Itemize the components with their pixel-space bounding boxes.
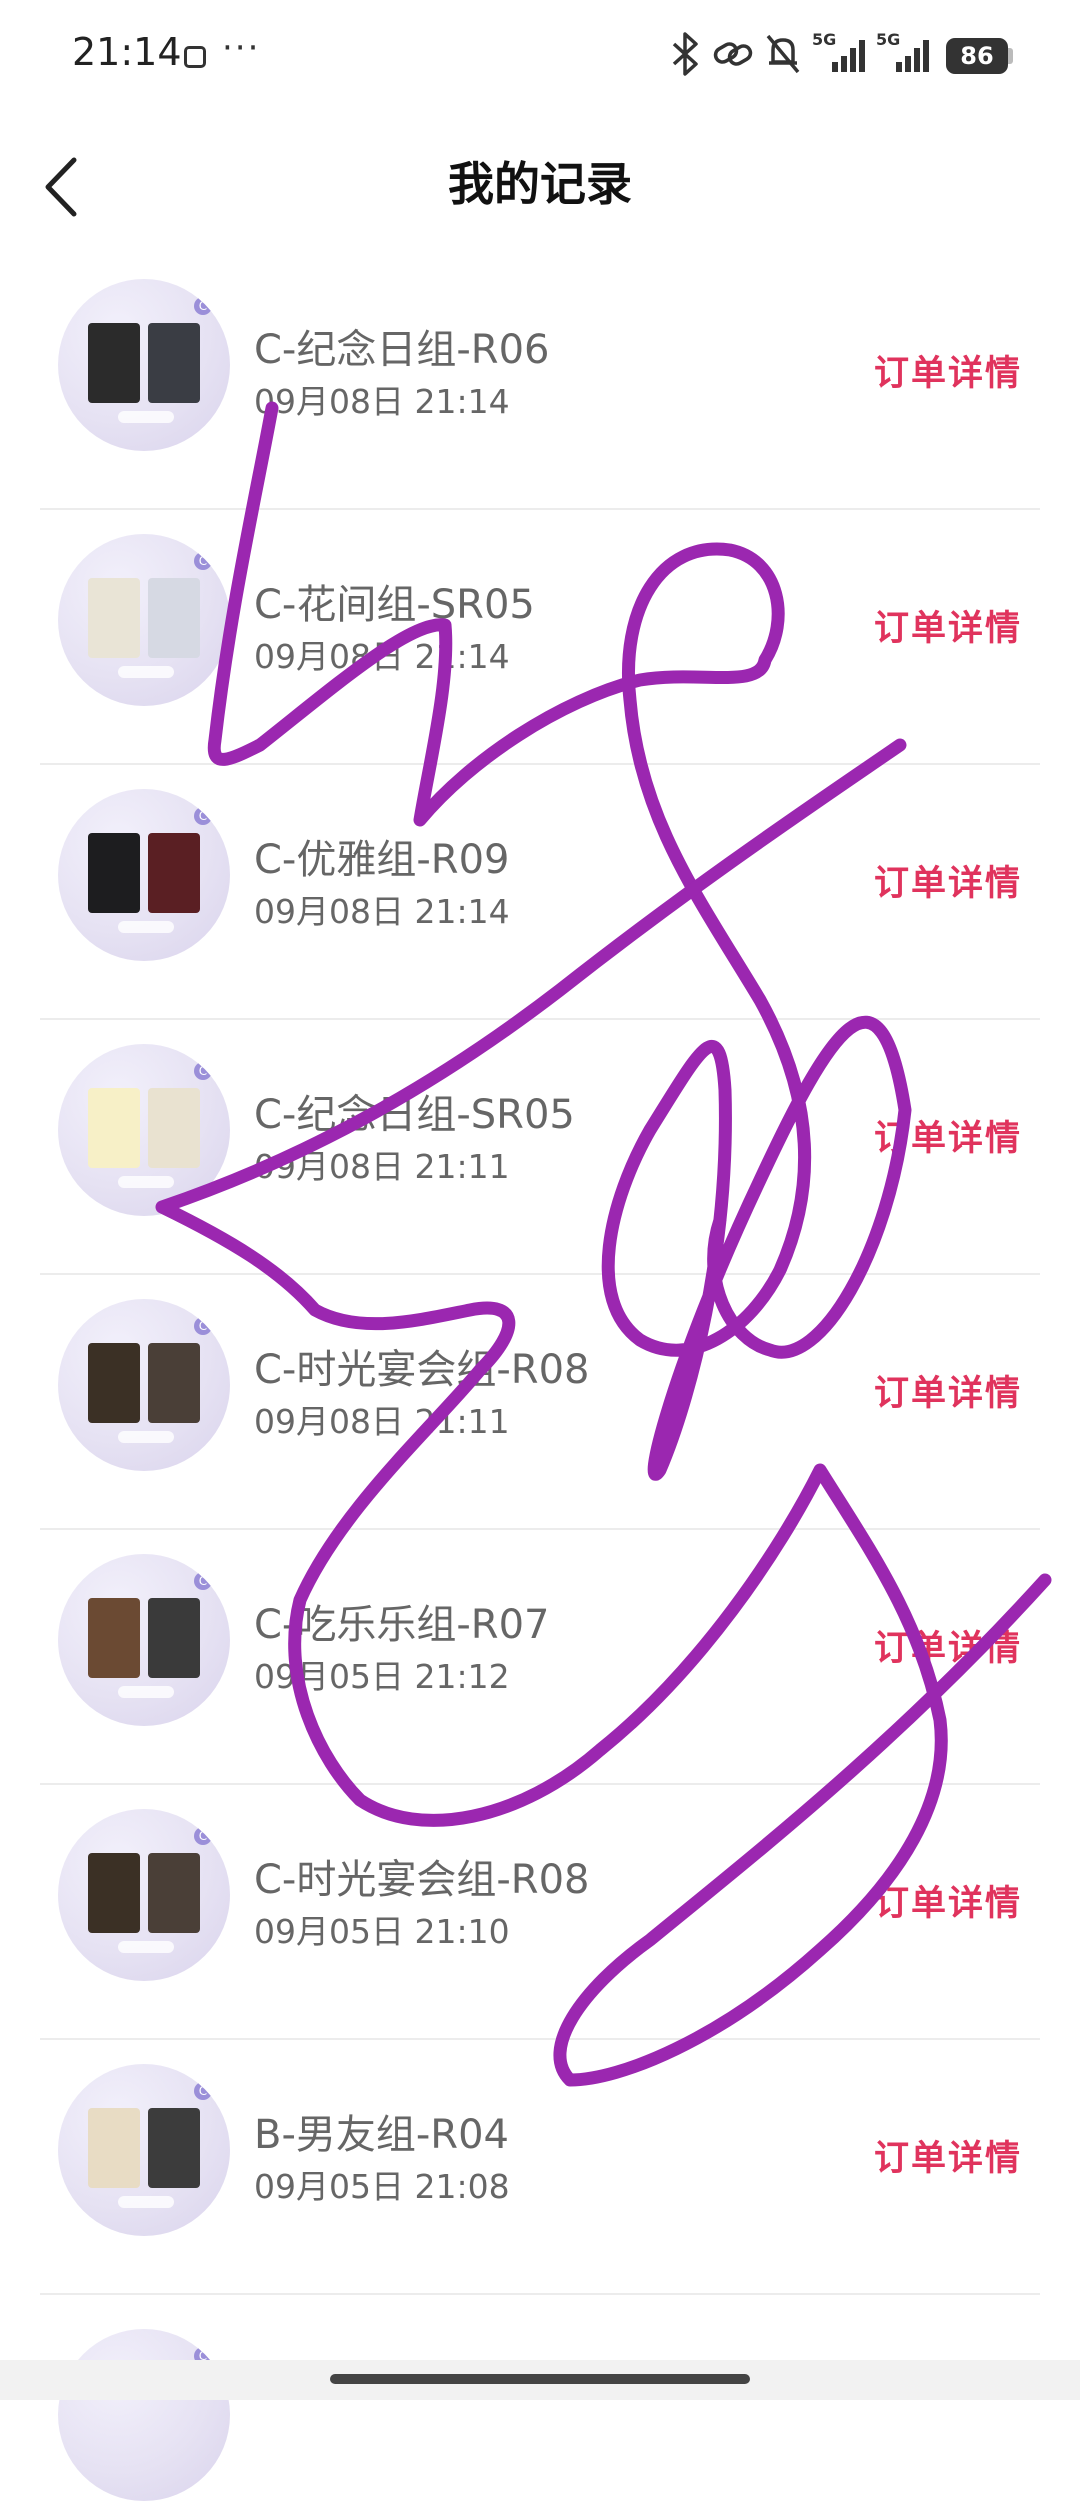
record-name: B-男友组-R04 [254,2112,509,2158]
record-row: C C-时光宴会组-R08 09月05日 21:10 订单详情 [0,1785,1080,2040]
record-date: 09月05日 21:10 [254,1912,510,1951]
thumbnail-tag [118,1941,174,1953]
record-name: C-优雅组-R09 [254,837,510,883]
status-bar: 21:14 ··· 5G 5G 86 [0,0,1080,110]
rank-badge-icon: C [194,552,212,570]
card-image [148,1598,200,1678]
record-thumbnail[interactable]: C [58,1554,230,1726]
card-image [88,1598,140,1678]
card-image [148,578,200,658]
mute-bell-icon [766,34,800,74]
signal-icon [832,40,865,72]
bluetooth-icon [672,32,698,76]
order-detail-link[interactable]: 订单详情 [874,1365,1022,1416]
record-row: C C-吃乐乐组-R07 09月05日 21:12 订单详情 [0,1530,1080,1785]
record-thumbnail[interactable]: C [58,1299,230,1471]
order-detail-link[interactable]: 订单详情 [874,1875,1022,1926]
record-thumbnail[interactable]: C [58,1044,230,1216]
thumbnail-tag [118,921,174,933]
home-indicator-area [0,2360,1080,2400]
record-thumbnail[interactable]: C [58,2329,230,2501]
card-image [148,2108,200,2188]
card-image [88,1853,140,1933]
record-name: C-花间组-SR05 [254,582,535,628]
record-name: C-时光宴会组-R08 [254,1347,590,1393]
order-detail-link[interactable]: 订单详情 [874,1110,1022,1161]
record-row: C B-男友组-R04 09月05日 21:08 订单详情 [0,2040,1080,2295]
card-image [148,323,200,403]
record-date: 09月05日 21:12 [254,1657,510,1696]
order-detail-link[interactable]: 订单详情 [874,600,1022,651]
rank-badge-icon: C [194,1062,212,1080]
rank-badge-icon: C [194,1827,212,1845]
record-date: 09月08日 21:14 [254,382,510,421]
rank-badge-icon: C [194,2082,212,2100]
card-image [88,1343,140,1423]
rank-badge-icon: C [194,297,212,315]
record-date: 09月05日 21:08 [254,2167,510,2206]
order-detail-link[interactable]: 订单详情 [874,345,1022,396]
rank-badge-icon: C [194,1317,212,1335]
record-thumbnail[interactable]: C [58,534,230,706]
card-image [88,1088,140,1168]
battery-icon: 86 [946,38,1008,74]
status-time: 21:14 [72,30,182,74]
rank-badge-icon: C [194,1572,212,1590]
order-detail-link[interactable]: 订单详情 [874,1620,1022,1671]
card-image [88,323,140,403]
card-image [88,578,140,658]
record-date: 09月08日 21:11 [254,1402,510,1441]
record-name: C-纪念日组-R06 [254,327,550,373]
page-header: 我的记录 [0,110,1080,250]
record-thumbnail[interactable]: C [58,2064,230,2236]
order-detail-link[interactable]: 订单详情 [874,2130,1022,2181]
thumbnail-tag [118,411,174,423]
record-list: C C-纪念日组-R06 09月08日 21:14 订单详情 C C-花间组-S… [0,255,1080,2501]
home-indicator[interactable] [330,2374,750,2384]
record-thumbnail[interactable]: C [58,789,230,961]
thumbnail-tag [118,2196,174,2208]
record-name: C-纪念日组-SR05 [254,1092,575,1138]
record-row: C C-花间组-SR05 09月08日 21:14 订单详情 [0,510,1080,765]
card-image [88,2108,140,2188]
record-row: C C-纪念日组-R06 09月08日 21:14 订单详情 [0,255,1080,510]
record-row: C C-纪念日组-SR05 09月08日 21:11 订单详情 [0,1020,1080,1275]
record-date: 09月08日 21:14 [254,637,510,676]
card-image [148,1853,200,1933]
notification-icon [184,46,206,68]
order-detail-link[interactable]: 订单详情 [874,855,1022,906]
record-date: 09月08日 21:11 [254,1147,510,1186]
card-image [148,1343,200,1423]
rank-badge-icon: C [194,807,212,825]
card-image [148,833,200,913]
page-title: 我的记录 [448,157,632,211]
record-thumbnail[interactable]: C [58,279,230,451]
record-thumbnail[interactable]: C [58,1809,230,1981]
signal-icon-2 [896,40,929,72]
record-date: 09月08日 21:14 [254,892,510,931]
battery-tip [1008,48,1013,64]
thumbnail-tag [118,1686,174,1698]
record-row: C C-优雅组-R09 09月08日 21:14 订单详情 [0,765,1080,1020]
link-icon [713,42,753,66]
card-image [148,1088,200,1168]
thumbnail-tag [118,1176,174,1188]
more-notifications-icon: ··· [222,28,261,68]
thumbnail-tag [118,1431,174,1443]
thumbnail-tag [118,666,174,678]
record-name: C-吃乐乐组-R07 [254,1602,550,1648]
record-name: C-时光宴会组-R08 [254,1857,590,1903]
record-row: C C-时光宴会组-R08 09月08日 21:11 订单详情 [0,1275,1080,1530]
card-image [88,833,140,913]
